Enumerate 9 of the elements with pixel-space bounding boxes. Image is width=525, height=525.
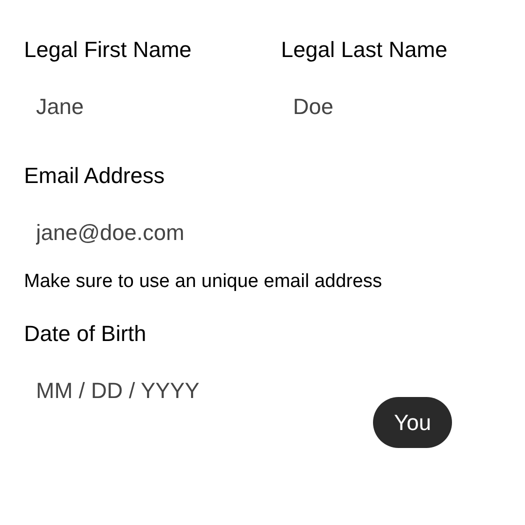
input-field[interactable]: Doe	[281, 88, 525, 126]
field-label: Date of Birth	[24, 320, 146, 348]
cursor-label: You	[373, 397, 452, 448]
field-label: Legal First Name	[24, 36, 192, 64]
help-text: Make sure to use an unique email address	[24, 270, 382, 294]
field-label: Legal Last Name	[281, 36, 448, 64]
input-field[interactable]: MM / DD / YYYY	[24, 372, 278, 410]
input-field[interactable]: Jane	[24, 88, 278, 126]
field-label: Email Address	[24, 162, 165, 190]
